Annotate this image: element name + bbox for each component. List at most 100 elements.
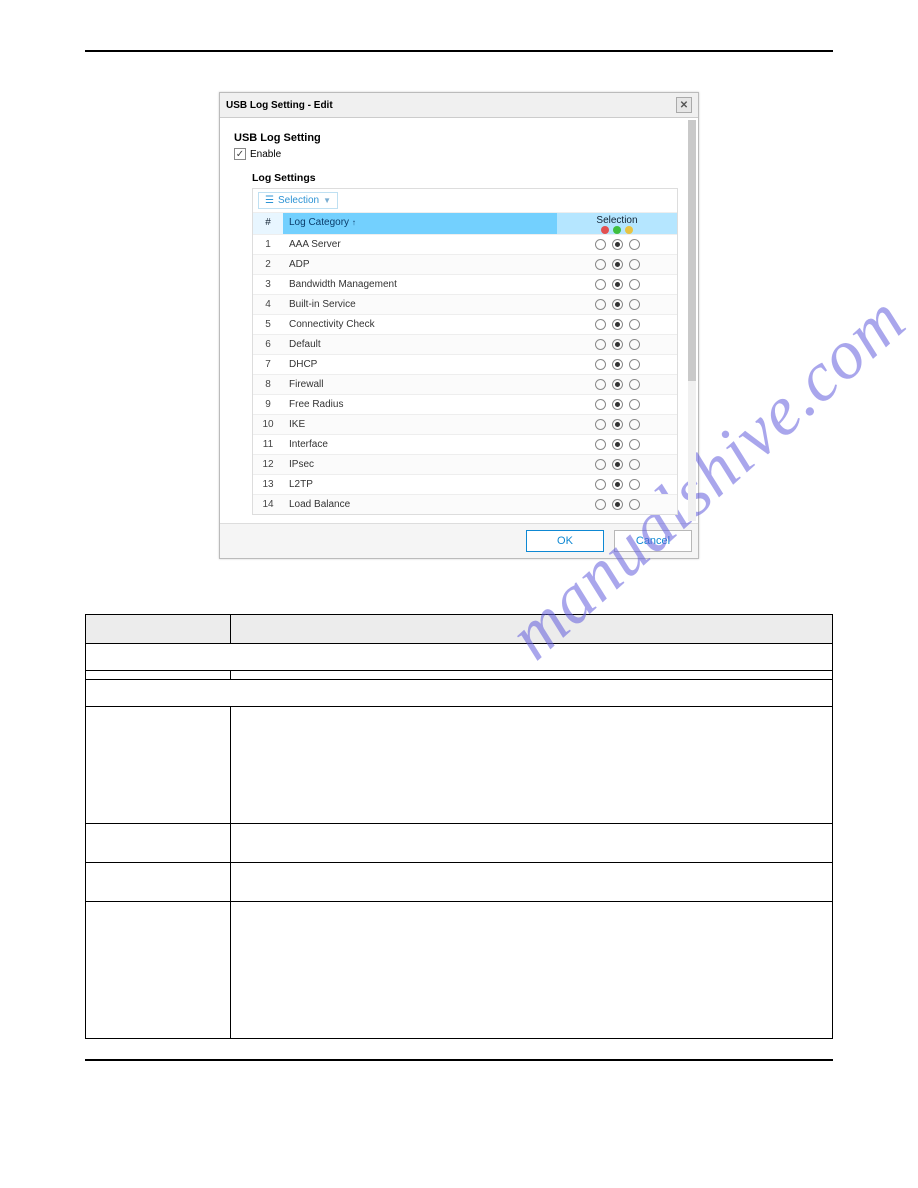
- scrollbar-track[interactable]: [688, 120, 696, 521]
- table-row[interactable]: 1AAA Server: [253, 234, 677, 254]
- table-row[interactable]: 14Load Balance: [253, 494, 677, 514]
- selection-radio[interactable]: [595, 499, 606, 510]
- selection-radio[interactable]: [595, 259, 606, 270]
- row-selection-group: [557, 439, 677, 450]
- row-index: 12: [253, 459, 283, 470]
- table-row: [86, 902, 833, 1039]
- legend-dot-disable-icon: [601, 226, 609, 234]
- selection-radio[interactable]: [612, 259, 623, 270]
- selection-radio[interactable]: [595, 359, 606, 370]
- table-label-cell: [86, 902, 231, 1039]
- col-header-selection[interactable]: Selection: [557, 213, 677, 234]
- table-row[interactable]: 5Connectivity Check: [253, 314, 677, 334]
- selection-radio[interactable]: [629, 319, 640, 330]
- selection-radio[interactable]: [629, 339, 640, 350]
- selection-radio[interactable]: [612, 419, 623, 430]
- selection-radio[interactable]: [595, 479, 606, 490]
- selection-radio[interactable]: [612, 439, 623, 450]
- row-index: 10: [253, 419, 283, 430]
- scrollbar-thumb[interactable]: [688, 120, 696, 381]
- selection-dropdown-button[interactable]: ☰ Selection ▼: [258, 192, 338, 209]
- legend-dot-normal-icon: [613, 226, 621, 234]
- selection-radio[interactable]: [612, 319, 623, 330]
- table-row[interactable]: 13L2TP: [253, 474, 677, 494]
- selection-radio[interactable]: [595, 299, 606, 310]
- usb-log-setting-dialog: USB Log Setting - Edit ✕ USB Log Setting…: [219, 92, 699, 559]
- selection-radio[interactable]: [612, 359, 623, 370]
- legend-dot-debug-icon: [625, 226, 633, 234]
- document-page: manualshive.com USB Log Setting - Edit ✕…: [0, 0, 918, 1188]
- selection-radio[interactable]: [612, 339, 623, 350]
- selection-radio[interactable]: [612, 499, 623, 510]
- selection-radio[interactable]: [629, 379, 640, 390]
- col-header-category-text: Log Category: [289, 217, 349, 228]
- row-selection-group: [557, 419, 677, 430]
- selection-radio[interactable]: [612, 279, 623, 290]
- selection-radio[interactable]: [629, 359, 640, 370]
- table-row[interactable]: 12IPsec: [253, 454, 677, 474]
- row-index: 5: [253, 319, 283, 330]
- row-selection-group: [557, 459, 677, 470]
- table-row[interactable]: 4Built-in Service: [253, 294, 677, 314]
- selection-radio[interactable]: [595, 439, 606, 450]
- selection-radio[interactable]: [629, 419, 640, 430]
- selection-radio[interactable]: [629, 299, 640, 310]
- selection-radio[interactable]: [612, 299, 623, 310]
- row-index: 9: [253, 399, 283, 410]
- selection-radio[interactable]: [612, 399, 623, 410]
- selection-radio[interactable]: [612, 479, 623, 490]
- selection-radio[interactable]: [629, 499, 640, 510]
- log-settings-grid: ☰ Selection ▼ # Log Category ↑ Selection: [252, 188, 678, 515]
- selection-radio[interactable]: [629, 479, 640, 490]
- table-header-label-cell: [86, 615, 231, 644]
- selection-radio[interactable]: [595, 419, 606, 430]
- table-desc-cell: [231, 707, 833, 824]
- table-label-cell: [86, 863, 231, 902]
- dialog-titlebar: USB Log Setting - Edit ✕: [220, 93, 698, 118]
- selection-radio[interactable]: [595, 399, 606, 410]
- selection-radio[interactable]: [612, 379, 623, 390]
- table-row[interactable]: 7DHCP: [253, 354, 677, 374]
- selection-radio[interactable]: [629, 459, 640, 470]
- row-category: Free Radius: [283, 399, 557, 410]
- table-row: [86, 863, 833, 902]
- selection-radio[interactable]: [629, 279, 640, 290]
- cancel-button[interactable]: Cancel: [614, 530, 692, 552]
- selection-radio[interactable]: [629, 439, 640, 450]
- table-row[interactable]: 2ADP: [253, 254, 677, 274]
- selection-radio[interactable]: [595, 459, 606, 470]
- selection-radio[interactable]: [612, 459, 623, 470]
- selection-radio[interactable]: [595, 279, 606, 290]
- table-row: [86, 680, 833, 707]
- enable-checkbox[interactable]: ✓: [234, 148, 246, 160]
- row-category: Interface: [283, 439, 557, 450]
- description-table: [85, 614, 833, 1039]
- table-row[interactable]: 3Bandwidth Management: [253, 274, 677, 294]
- row-index: 14: [253, 499, 283, 510]
- selection-radio[interactable]: [629, 399, 640, 410]
- table-row[interactable]: 9Free Radius: [253, 394, 677, 414]
- grid-body: 1AAA Server2ADP3Bandwidth Management4Bui…: [253, 234, 677, 514]
- row-index: 7: [253, 359, 283, 370]
- col-header-category[interactable]: Log Category ↑: [283, 213, 557, 234]
- table-row[interactable]: 10IKE: [253, 414, 677, 434]
- selection-radio[interactable]: [595, 239, 606, 250]
- selection-radio[interactable]: [595, 319, 606, 330]
- table-row[interactable]: 6Default: [253, 334, 677, 354]
- close-icon[interactable]: ✕: [676, 97, 692, 113]
- table-row[interactable]: 11Interface: [253, 434, 677, 454]
- table-row[interactable]: 8Firewall: [253, 374, 677, 394]
- col-header-index[interactable]: #: [253, 213, 283, 234]
- row-selection-group: [557, 319, 677, 330]
- selection-radio[interactable]: [595, 339, 606, 350]
- table-label-cell: [86, 824, 231, 863]
- table-label-cell: [86, 671, 231, 680]
- selection-radio[interactable]: [629, 259, 640, 270]
- chevron-down-icon: ▼: [323, 196, 331, 205]
- selection-radio[interactable]: [629, 239, 640, 250]
- table-desc-cell: [231, 902, 833, 1039]
- row-category: Built-in Service: [283, 299, 557, 310]
- selection-radio[interactable]: [612, 239, 623, 250]
- ok-button[interactable]: OK: [526, 530, 604, 552]
- selection-radio[interactable]: [595, 379, 606, 390]
